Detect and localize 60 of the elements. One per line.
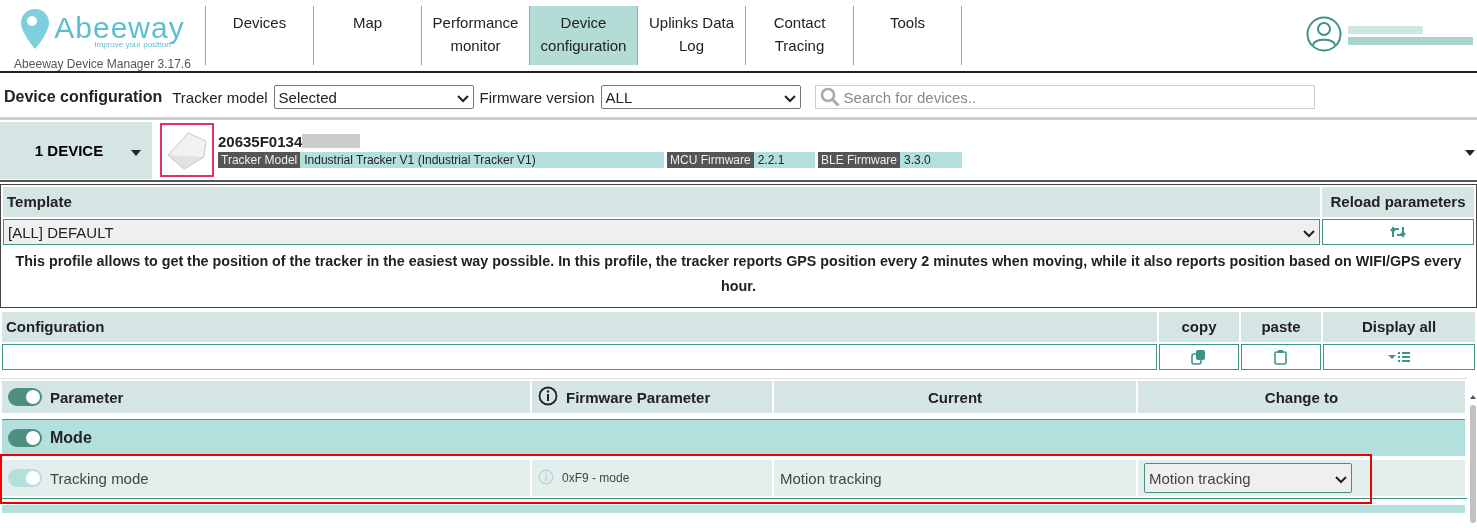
parameter-name: Tracking mode — [50, 469, 149, 487]
field-tag: BLE Firmware — [818, 151, 900, 168]
page-title: Device configuration — [4, 88, 163, 106]
column-header: Reload parameters — [1322, 187, 1474, 217]
column-header: Display all — [1323, 312, 1475, 342]
reload-button[interactable] — [1322, 219, 1474, 245]
field-value: 3.3.0 — [903, 151, 932, 168]
paste-button[interactable] — [1241, 344, 1321, 370]
tracker-model-select[interactable]: Selected — [273, 85, 474, 109]
caret-icon[interactable] — [783, 94, 796, 103]
firmware-version-select[interactable]: ALL — [600, 85, 801, 109]
device-count-dropdown[interactable]: 1 DEVICE — [0, 121, 152, 179]
firmware-parameter: 0xF9 - mode — [562, 471, 630, 485]
column-header: Firmware Parameter — [566, 388, 711, 406]
column-header: Change to — [1264, 388, 1339, 406]
configuration-field[interactable] — [2, 344, 1157, 370]
column-header: paste — [1241, 312, 1321, 342]
caret-icon[interactable] — [1303, 229, 1315, 238]
clipboard-icon — [1273, 349, 1289, 365]
location-pin-icon — [20, 8, 51, 50]
column-header: Parameter — [50, 388, 124, 406]
copy-icon — [1191, 349, 1207, 365]
field-tag: MCU Firmware — [667, 151, 754, 168]
field-value: 2.2.1 — [756, 151, 786, 168]
nav-tab[interactable]: Tools — [854, 6, 962, 65]
scrollbar[interactable] — [1469, 393, 1477, 523]
caret-icon[interactable] — [456, 94, 469, 103]
template-description: This profile allows to get the position of the tracker in the easiest way possible. In this profile, the tracker reports GPS position every 2 minutes when moving, while it also reports position based on WIFI/GPS every hour. — [14, 252, 1463, 296]
field-label: Tracker model — [172, 88, 268, 106]
search-field[interactable]: Search for devices.. — [814, 85, 1315, 109]
display-all-button[interactable] — [1323, 344, 1475, 370]
column-header: Configuration — [2, 312, 1157, 342]
nav-tab[interactable]: Map — [314, 6, 422, 65]
nav-tab[interactable]: Devices — [206, 6, 314, 65]
caret-icon[interactable] — [1465, 149, 1475, 156]
group-title: Mode — [50, 429, 92, 447]
column-header: copy — [1159, 312, 1239, 342]
field-label: Firmware version — [479, 88, 595, 106]
caret-icon[interactable] — [1335, 475, 1347, 484]
redacted-text — [302, 134, 361, 148]
nav-tab[interactable]: Device configuration — [530, 6, 638, 65]
nav-tab[interactable]: Uplinks Data Log — [638, 6, 746, 65]
refresh-icon — [1390, 226, 1406, 238]
copy-button[interactable] — [1159, 344, 1239, 370]
toggle-switch[interactable] — [8, 429, 42, 447]
list-icon — [1388, 349, 1410, 365]
app-version: Abeeway Device Manager 3.17.6 — [14, 57, 191, 71]
device-thumbnail — [160, 123, 214, 177]
field-value: Industrial Tracker V1 (Industrial Tracker V1) — [303, 151, 537, 168]
field-tag: Tracker Model — [218, 151, 301, 168]
nav-tab[interactable]: Contact Tracing — [746, 6, 854, 65]
current-value: Motion tracking — [780, 469, 882, 487]
user-avatar-icon[interactable] — [1306, 16, 1342, 52]
device-id: 20635F0134 — [218, 132, 303, 150]
caret-icon — [131, 149, 142, 156]
template-select[interactable]: [ALL] DEFAULT — [3, 219, 1320, 245]
column-header: Current — [927, 388, 983, 406]
toggle-switch[interactable] — [8, 388, 42, 406]
info-icon[interactable] — [538, 385, 558, 406]
column-header: Template — [3, 187, 1320, 217]
